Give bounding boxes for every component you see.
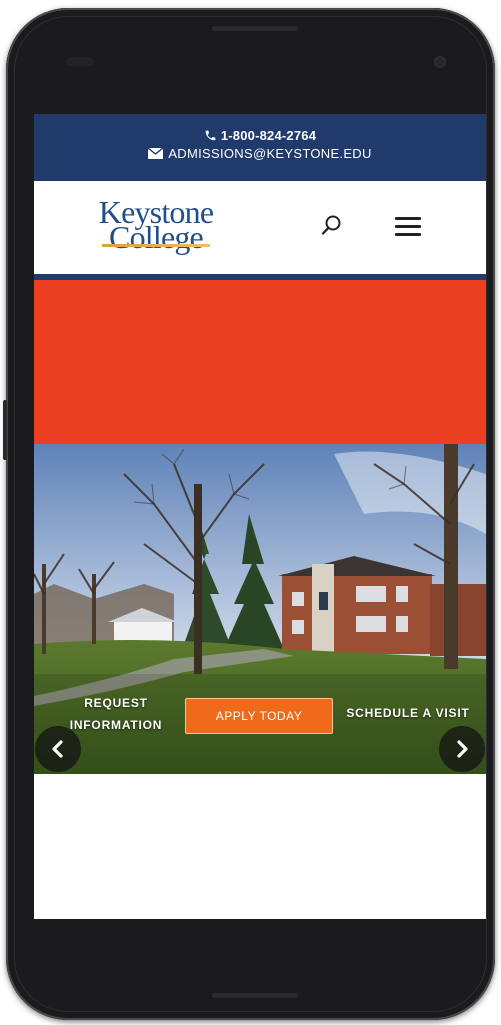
envelope-icon <box>148 148 164 159</box>
red-banner <box>34 280 486 444</box>
menu-button[interactable] <box>392 213 426 239</box>
search-icon <box>321 215 341 235</box>
site-header: Keystone College <box>34 181 486 274</box>
chevron-right-icon <box>457 740 468 758</box>
bottom-speaker <box>212 993 298 998</box>
proximity-sensor <box>66 57 94 66</box>
top-speaker <box>212 26 298 31</box>
hamburger-menu-icon-bar <box>395 225 421 228</box>
schedule-visit-link[interactable]: SCHEDULE A VISIT <box>338 706 478 720</box>
logo-line-2: College <box>109 219 204 255</box>
hamburger-menu-icon-bar <box>395 233 421 236</box>
contact-bar: 1-800-824-2764 ADMISSIONS@KEYSTONE.EDU <box>34 114 486 181</box>
volume-button <box>3 400 7 460</box>
device-screen: 1-800-824-2764 ADMISSIONS@KEYSTONE.EDU K… <box>34 114 486 919</box>
email-contact[interactable]: ADMISSIONS@KEYSTONE.EDU <box>34 146 486 161</box>
phone-contact[interactable]: 1-800-824-2764 <box>34 128 486 143</box>
slider-next-button[interactable] <box>439 726 485 772</box>
content-area <box>34 774 486 919</box>
hero-slider: REQUEST INFORMATION APPLY TODAY SCHEDULE… <box>34 444 486 774</box>
apply-today-button[interactable]: APPLY TODAY <box>185 698 333 734</box>
phone-icon <box>205 130 216 141</box>
logo-underline <box>102 244 210 247</box>
hamburger-menu-icon <box>395 217 421 220</box>
chevron-left-icon <box>52 740 63 758</box>
email-address: ADMISSIONS@KEYSTONE.EDU <box>168 146 372 161</box>
phone-number: 1-800-824-2764 <box>220 128 317 143</box>
search-button[interactable] <box>316 211 346 241</box>
slider-prev-button[interactable] <box>35 726 81 772</box>
front-camera <box>434 56 446 68</box>
keystone-college-logo[interactable]: Keystone College <box>96 195 216 255</box>
